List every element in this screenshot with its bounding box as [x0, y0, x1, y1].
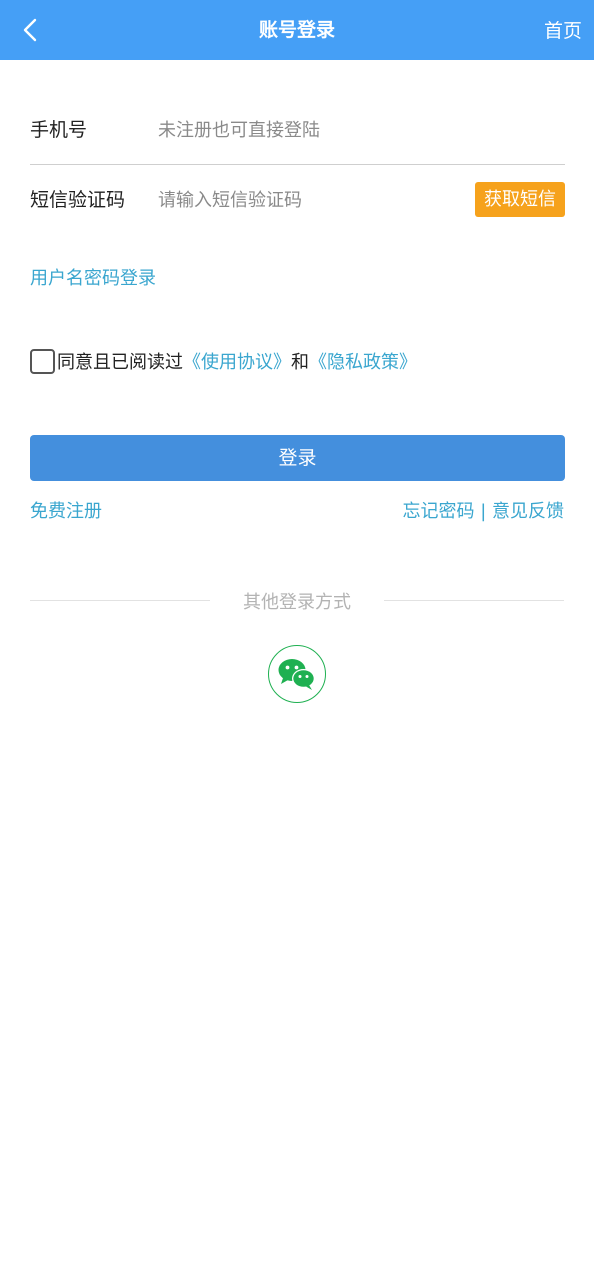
login-button[interactable]: 登录 [30, 435, 565, 481]
password-login-link[interactable]: 用户名密码登录 [30, 264, 156, 290]
terms-link[interactable]: 《使用协议》 [183, 348, 291, 374]
other-login-label: 其他登录方式 [243, 592, 351, 613]
agreement-checkbox[interactable] [30, 348, 55, 374]
sms-row: 短信验证码 获取短信 [30, 165, 565, 235]
phone-label: 手机号 [30, 119, 88, 141]
home-link[interactable]: 首页 [544, 0, 582, 60]
page-title: 账号登录 [258, 19, 335, 41]
sms-code-input[interactable] [158, 180, 458, 220]
account-help-links: 忘记密码 | 意见反馈 [402, 497, 564, 523]
wechat-icon [278, 659, 315, 690]
links-separator: | [474, 501, 492, 522]
register-link[interactable]: 免费注册 [30, 497, 102, 523]
sms-code-label: 短信验证码 [30, 189, 126, 211]
phone-input[interactable] [158, 110, 458, 150]
feedback-link[interactable]: 意见反馈 [492, 501, 564, 522]
agreement-and-text: 和 [291, 352, 309, 373]
divider-right [384, 600, 564, 601]
phone-row: 手机号 [30, 95, 565, 165]
get-sms-button[interactable]: 获取短信 [475, 182, 565, 217]
agreement-row: 同意且已阅读过 《使用协议》 和 《隐私政策》 [30, 346, 417, 376]
agreement-text: 同意且已阅读过 [57, 352, 183, 373]
privacy-link[interactable]: 《隐私政策》 [309, 348, 417, 374]
wechat-login-button[interactable] [268, 645, 326, 703]
forgot-password-link[interactable]: 忘记密码 [402, 501, 474, 522]
app-header: 账号登录 首页 [0, 0, 594, 60]
